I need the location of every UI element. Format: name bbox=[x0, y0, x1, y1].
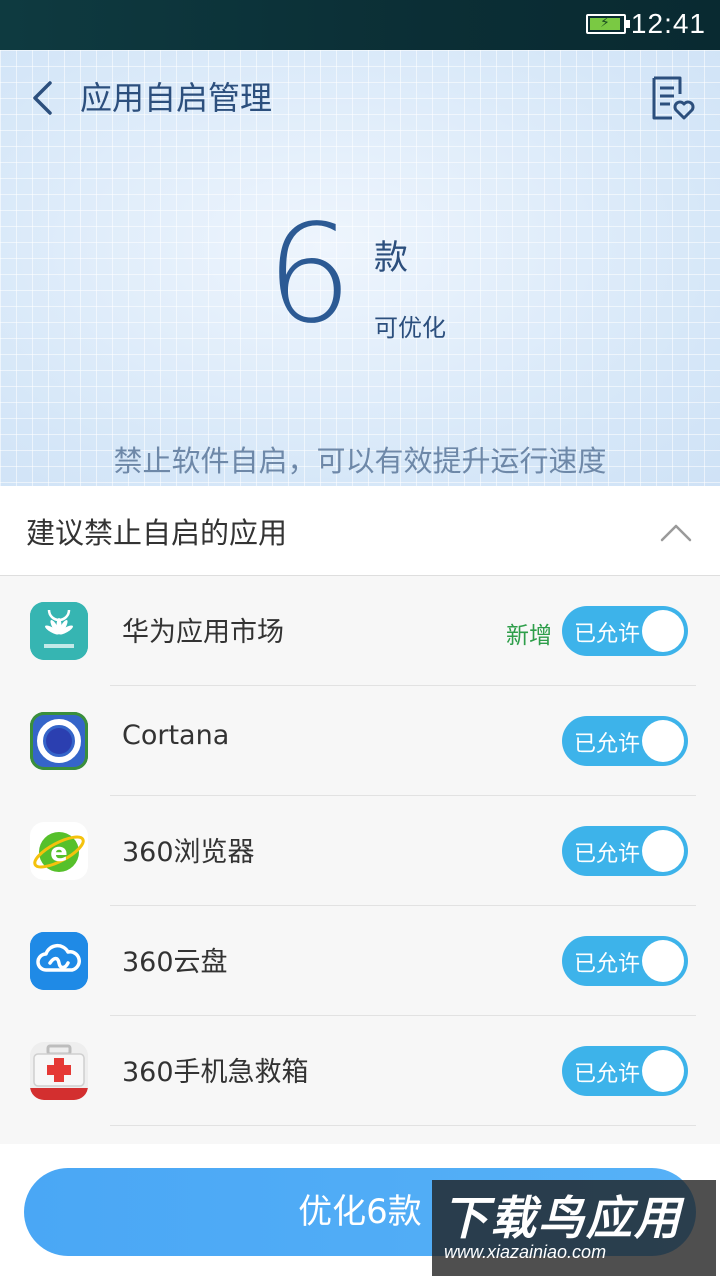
app-name: Cortana bbox=[122, 720, 230, 751]
autostart-toggle[interactable]: 已允许 bbox=[562, 1046, 688, 1096]
360-browser-icon: e bbox=[30, 822, 88, 880]
summary-description: 禁止软件自启，可以有效提升运行速度 bbox=[113, 444, 607, 478]
charging-bolt-icon: ⚡ bbox=[600, 15, 610, 31]
autostart-toggle[interactable]: 已允许 bbox=[562, 716, 688, 766]
document-heart-icon bbox=[652, 76, 695, 120]
app-name: 360云盘 bbox=[122, 947, 228, 978]
autostart-toggle[interactable]: 已允许 bbox=[562, 936, 688, 986]
report-button[interactable] bbox=[648, 74, 698, 124]
bottom-bar: 优化6款 下载鸟应用 www.xiazainiao.com bbox=[0, 1144, 720, 1280]
count-subtitle: 可优化 bbox=[374, 314, 446, 342]
chevron-up-icon bbox=[660, 524, 692, 542]
toggle-knob bbox=[642, 1050, 684, 1092]
battery-icon: ⚡ bbox=[586, 14, 630, 34]
summary-panel: 应用自启管理 6 款 可优化 禁止软件自启，可以有效提升运行速度 bbox=[0, 50, 720, 486]
cortana-icon bbox=[30, 712, 88, 770]
toggle-label: 已允许 bbox=[574, 622, 641, 647]
toggle-label: 已允许 bbox=[574, 1062, 641, 1087]
watermark-logo-text: 下载鸟应用 bbox=[442, 1191, 682, 1245]
app-name: 华为应用市场 bbox=[122, 617, 284, 648]
360-first-aid-icon bbox=[30, 1042, 88, 1100]
app-row: e 360浏览器 已允许 bbox=[0, 796, 720, 906]
app-row: Cortana 已允许 bbox=[0, 686, 720, 796]
toggle-knob bbox=[642, 610, 684, 652]
section-title: 建议禁止自启的应用 bbox=[26, 516, 288, 550]
section-header[interactable]: 建议禁止自启的应用 bbox=[0, 486, 720, 576]
watermark: 下载鸟应用 www.xiazainiao.com bbox=[432, 1180, 716, 1276]
toggle-knob bbox=[642, 720, 684, 762]
back-button[interactable] bbox=[22, 76, 62, 120]
app-row: 华为应用市场 新增 已允许 bbox=[0, 576, 720, 686]
new-badge: 新增 bbox=[506, 623, 552, 649]
toggle-label: 已允许 bbox=[574, 952, 641, 977]
app-list: 华为应用市场 新增 已允许 Cortana 已允许 e 360浏览器 已允许 3… bbox=[0, 576, 720, 1144]
watermark-url: www.xiazainiao.com bbox=[444, 1242, 607, 1262]
optimizable-count: 6 bbox=[266, 196, 353, 354]
360-cloud-icon bbox=[30, 932, 88, 990]
collapse-button[interactable] bbox=[658, 514, 694, 550]
toggle-knob bbox=[642, 830, 684, 872]
autostart-toggle[interactable]: 已允许 bbox=[562, 606, 688, 656]
page-title: 应用自启管理 bbox=[80, 79, 273, 117]
app-name: 360手机急救箱 bbox=[122, 1057, 309, 1088]
app-row: 360云盘 已允许 bbox=[0, 906, 720, 1016]
toggle-label: 已允许 bbox=[574, 732, 641, 757]
autostart-toggle[interactable]: 已允许 bbox=[562, 826, 688, 876]
chevron-left-icon bbox=[33, 81, 52, 115]
toggle-label: 已允许 bbox=[574, 842, 641, 867]
huawei-appgallery-icon bbox=[30, 602, 88, 660]
svg-text:e: e bbox=[50, 838, 68, 868]
divider bbox=[110, 1125, 696, 1126]
toggle-knob bbox=[642, 940, 684, 982]
status-time: 12:41 bbox=[630, 8, 706, 39]
count-unit: 款 bbox=[374, 238, 408, 278]
app-row: 360手机急救箱 已允许 bbox=[0, 1016, 720, 1126]
app-name: 360浏览器 bbox=[122, 837, 255, 868]
status-bar: ⚡ 12:41 bbox=[0, 0, 720, 50]
